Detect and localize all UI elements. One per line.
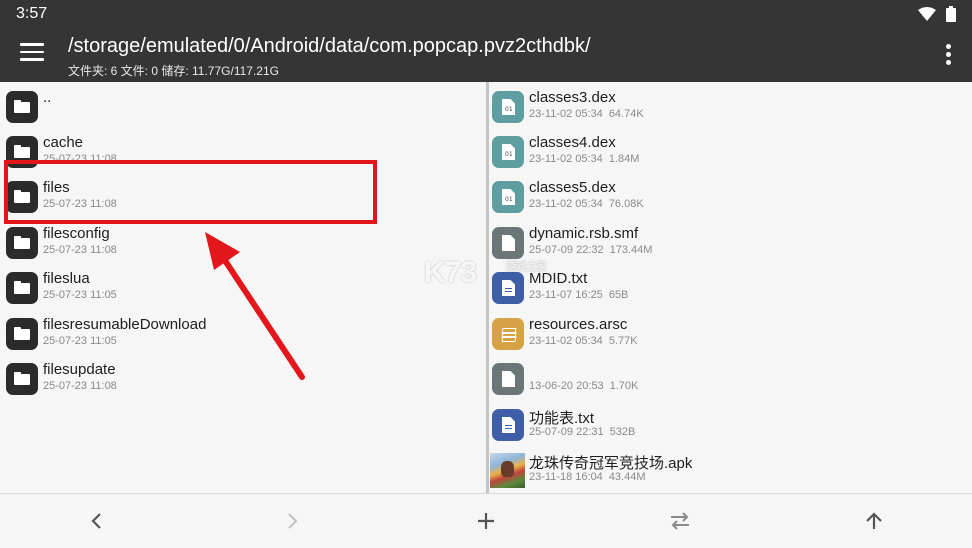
- item-date: 23-11-02 05:34: [529, 198, 603, 210]
- status-bar: 3:57: [0, 0, 972, 28]
- item-name: 龙珠传奇冠军竞技场.apk: [529, 455, 693, 472]
- dex-file-icon: 01: [492, 181, 524, 213]
- item-date: 25-07-23 11:08: [43, 244, 117, 256]
- folder-icon: [6, 318, 38, 350]
- add-button[interactable]: [466, 504, 506, 538]
- folder-icon: [6, 363, 38, 395]
- list-item-file[interactable]: 01 classes5.dex 23-11-02 05:34 76.08K: [489, 174, 972, 219]
- item-name: classes3.dex: [529, 89, 616, 106]
- list-item-file[interactable]: 01 classes4.dex 23-11-02 05:34 1.84M: [489, 129, 972, 174]
- item-date: 23-11-02 05:34: [529, 108, 603, 120]
- item-size: 532B: [609, 426, 636, 438]
- list-item-folder[interactable]: filesresumableDownload 25-07-23 11:05: [0, 311, 486, 356]
- item-size: 5.77K: [608, 335, 638, 347]
- up-directory-button[interactable]: [854, 504, 894, 538]
- text-file-icon: [492, 272, 524, 304]
- item-size: 1.84M: [608, 153, 640, 165]
- app-bar: /storage/emulated/0/Android/data/com.pop…: [0, 28, 972, 82]
- swap-panes-button[interactable]: [660, 504, 700, 538]
- list-item-file[interactable]: 龙珠传奇冠军竞技场.apk 23-11-18 16:04 43.44M: [489, 447, 972, 492]
- item-name: ..: [43, 89, 52, 106]
- chevron-left-icon: [91, 513, 101, 529]
- item-date: 25-07-23 11:08: [43, 380, 117, 392]
- list-item-folder[interactable]: filesconfig 25-07-23 11:08: [0, 220, 486, 265]
- item-name: filesupdate: [43, 361, 116, 378]
- generic-file-icon: [492, 363, 524, 395]
- item-name: classes5.dex: [529, 179, 616, 196]
- item-name: cache: [43, 134, 84, 151]
- list-item-file[interactable]: dynamic.rsb.smf 25-07-09 22:32 173.44M: [489, 220, 972, 265]
- current-path: /storage/emulated/0/Android/data/com.pop…: [68, 35, 591, 57]
- list-item-file[interactable]: 01 classes3.dex 23-11-02 05:34 64.74K: [489, 84, 972, 129]
- item-size: 76.08K: [608, 198, 644, 210]
- item-date: 23-11-02 05:34: [529, 335, 603, 347]
- left-file-pane[interactable]: .. cache 25-07-23 11:08 files 25-07-23 1…: [0, 82, 486, 493]
- watermark-text: K73: [424, 256, 477, 289]
- battery-icon: [946, 6, 956, 22]
- list-item-folder[interactable]: filesupdate 25-07-23 11:08: [0, 356, 486, 401]
- bottom-toolbar: [0, 493, 972, 548]
- item-date: 25-07-23 11:05: [43, 335, 117, 347]
- dex-file-icon: 01: [492, 91, 524, 123]
- item-name: resources.arsc: [529, 316, 628, 333]
- back-button[interactable]: [77, 504, 117, 538]
- item-name: fileslua: [43, 270, 90, 287]
- highlight-box: [4, 160, 377, 224]
- status-time: 3:57: [16, 5, 48, 22]
- item-date: 25-07-23 11:05: [43, 289, 117, 301]
- item-size: 65B: [608, 289, 629, 301]
- folder-icon: [6, 227, 38, 259]
- arrow-up-icon: [866, 512, 882, 529]
- item-size: 173.44M: [609, 244, 653, 256]
- item-size: 1.70K: [609, 380, 639, 392]
- folder-icon: [6, 91, 38, 123]
- watermark: K73 游戏之家: [424, 256, 547, 290]
- layers-icon: [492, 318, 524, 350]
- item-date: 23-11-07 16:25: [529, 289, 603, 301]
- list-item-parent[interactable]: ..: [0, 84, 486, 129]
- item-name: filesconfig: [43, 225, 110, 242]
- list-item-folder[interactable]: fileslua 25-07-23 11:05: [0, 265, 486, 310]
- list-item-file[interactable]: 13-06-20 20:53 1.70K: [489, 356, 972, 401]
- item-name: classes4.dex: [529, 134, 616, 151]
- chevron-right-icon: [288, 513, 298, 529]
- apk-thumbnail: [490, 453, 525, 488]
- folder-icon: [6, 272, 38, 304]
- item-size: 64.74K: [608, 108, 644, 120]
- hamburger-menu-icon[interactable]: [20, 43, 44, 65]
- item-name: filesresumableDownload: [43, 316, 207, 333]
- storage-stats: 文件夹: 6 文件: 0 储存: 11.77G/117.21G: [68, 64, 279, 78]
- watermark-subtext: 游戏之家: [506, 261, 547, 273]
- item-date: 23-11-18 16:04: [529, 471, 603, 483]
- right-file-pane[interactable]: 01 classes3.dex 23-11-02 05:34 64.74K 01 …: [489, 82, 972, 493]
- item-name: 功能表.txt: [529, 410, 595, 427]
- list-item-file[interactable]: 功能表.txt 25-07-09 22:31 532B: [489, 402, 972, 447]
- more-options-icon[interactable]: [946, 44, 952, 66]
- item-size: 43.44M: [608, 471, 646, 483]
- item-date: 23-11-02 05:34: [529, 153, 603, 165]
- plus-icon: [478, 513, 494, 529]
- wifi-icon: [918, 7, 936, 21]
- item-name: dynamic.rsb.smf: [529, 225, 639, 242]
- list-item-file[interactable]: resources.arsc 23-11-02 05:34 5.77K: [489, 311, 972, 356]
- list-item-file[interactable]: MDID.txt 23-11-07 16:25 65B: [489, 265, 972, 310]
- swap-arrows-icon: [671, 512, 689, 530]
- item-date: 13-06-20 20:53: [529, 380, 604, 392]
- text-file-icon: [492, 409, 524, 441]
- generic-file-icon: [492, 227, 524, 259]
- item-date: 25-07-09 22:32: [529, 244, 604, 256]
- dex-file-icon: 01: [492, 136, 524, 168]
- item-date: 25-07-09 22:31: [529, 426, 604, 438]
- forward-button[interactable]: [272, 504, 312, 538]
